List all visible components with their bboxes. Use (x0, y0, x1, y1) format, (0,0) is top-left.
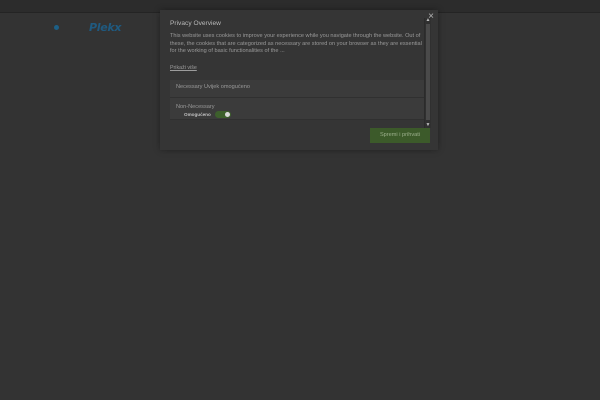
modal-title: Privacy Overview (170, 20, 221, 27)
accordion-item-non-necessary[interactable]: Non-Necessary Omogućeno (170, 97, 426, 120)
read-more-link[interactable]: Prikaži više (170, 65, 197, 71)
toggle-state-label: Omogućeno (184, 111, 211, 117)
accordion-item-label: Non-Necessary (176, 103, 215, 110)
modal-body: Privacy Overview This website uses cooki… (170, 18, 426, 126)
modal-scrollbar[interactable]: ▲ ▼ (424, 18, 431, 128)
page: Plekx × Privacy Overview This website us… (0, 0, 600, 400)
save-and-accept-button[interactable]: Spremi i prihvati (370, 128, 430, 143)
non-necessary-toggle[interactable] (214, 110, 231, 118)
scroll-up-arrow-icon[interactable]: ▲ (425, 18, 431, 23)
accordion-item-necessary[interactable]: Necessary Uvijek omogućeno (170, 79, 426, 98)
site-logo[interactable]: Plekx (54, 21, 122, 34)
logo-mark-icon (54, 25, 59, 30)
toggle-knob (224, 111, 230, 117)
scrollbar-thumb[interactable] (426, 24, 430, 120)
cookie-privacy-modal: × Privacy Overview This website uses coo… (160, 10, 438, 150)
cookie-categories-accordion: Necessary Uvijek omogućeno Non-Necessary… (170, 79, 426, 120)
logo-text: Plekx (89, 21, 122, 34)
accordion-item-label: Necessary Uvijek omogućeno (176, 83, 250, 90)
modal-description: This website uses cookies to improve you… (170, 33, 422, 55)
non-necessary-toggle-row: Omogućeno (184, 110, 231, 118)
